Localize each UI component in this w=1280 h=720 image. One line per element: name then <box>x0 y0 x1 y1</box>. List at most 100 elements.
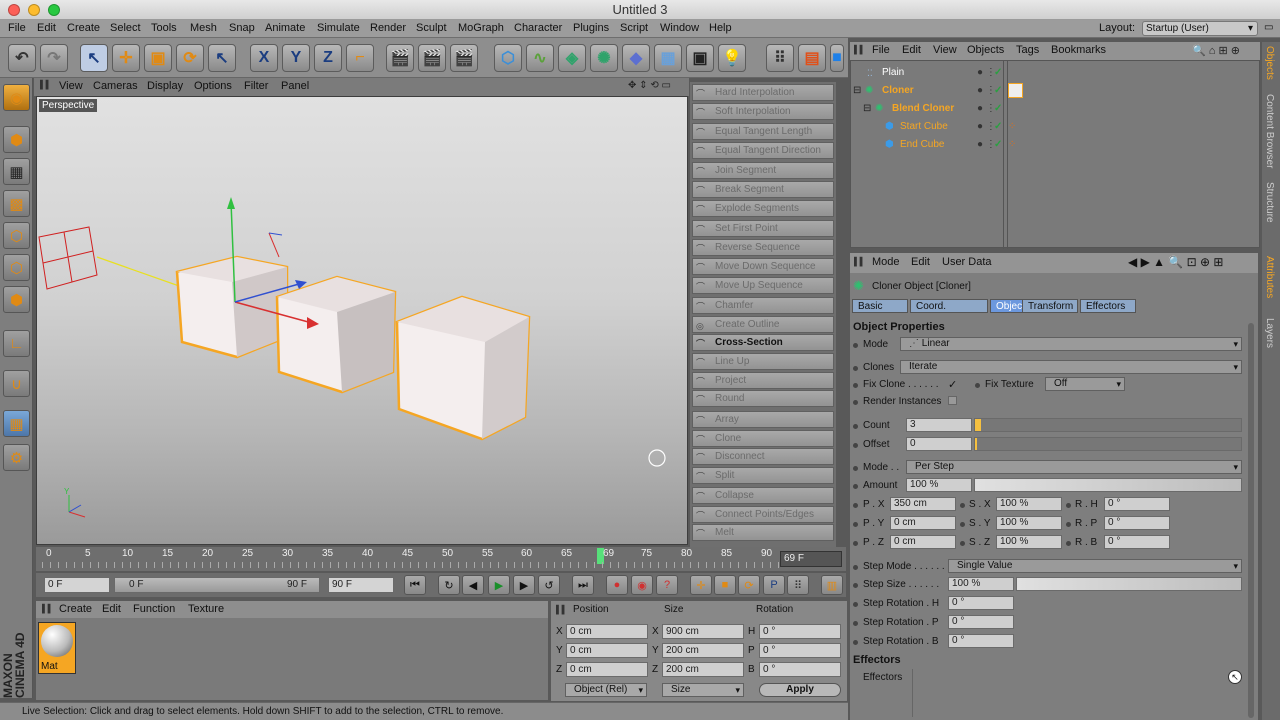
cmd-break-segment[interactable]: ⌒ Break Segment <box>692 181 834 198</box>
array-icon[interactable]: ✺ <box>590 44 618 72</box>
menu-simulate[interactable]: Simulate <box>317 22 360 34</box>
objects-menu-bookmarks[interactable]: Bookmarks <box>1051 44 1106 56</box>
anim-dot-icon[interactable] <box>1066 503 1071 508</box>
object-row-plain[interactable]: ⁚⁚ Plain ● ⋮ ✓ <box>851 64 1261 82</box>
anim-dot-icon[interactable] <box>853 443 858 448</box>
attr-menu-edit[interactable]: Edit <box>911 256 930 268</box>
pz-field[interactable]: 0 cm <box>890 535 956 549</box>
menu-window[interactable]: Window <box>660 22 699 34</box>
phong-tag-icon[interactable]: ⁘ <box>1008 118 1016 136</box>
menu-tools[interactable]: Tools <box>151 22 177 34</box>
material-menu-create[interactable]: Create <box>59 603 92 615</box>
rotation-key-icon[interactable]: ⟳ <box>738 575 760 595</box>
enabled-check-icon[interactable]: ✓ <box>994 100 1002 118</box>
step-mode-value-select[interactable]: Single Value <box>948 559 1242 573</box>
record-active-objects-icon[interactable]: ● <box>606 575 628 595</box>
tweak-mode-icon[interactable]: ∪ <box>3 370 30 397</box>
position-key-icon[interactable]: ✛ <box>690 575 712 595</box>
make-editable-icon[interactable]: ◉ <box>3 84 30 111</box>
attr-menu-mode[interactable]: Mode <box>872 256 900 268</box>
deformer-icon[interactable]: ◆ <box>622 44 650 72</box>
tab-basic[interactable]: Basic <box>852 299 908 313</box>
menu-snap[interactable]: Snap <box>229 22 255 34</box>
size-x-field[interactable]: 900 cm <box>662 624 744 639</box>
anim-dot-icon[interactable] <box>960 503 965 508</box>
size-y-field[interactable]: 200 cm <box>662 643 744 658</box>
anim-dot-icon[interactable] <box>960 541 965 546</box>
edges-mode-icon[interactable]: ⬡ <box>3 254 30 281</box>
enabled-check-icon[interactable]: ✓ <box>994 136 1002 154</box>
anim-dot-icon[interactable] <box>853 400 858 405</box>
enabled-check-icon[interactable]: ✓ <box>994 82 1002 100</box>
tab-transform[interactable]: Transform <box>1022 299 1078 313</box>
anim-dot-icon[interactable] <box>853 343 858 348</box>
scheme-icon[interactable]: ▥ <box>821 575 843 595</box>
visibility-dots-icon[interactable]: ● ⋮ <box>977 118 996 136</box>
anim-dot-icon[interactable] <box>853 383 858 388</box>
tab-coord[interactable]: Coord. <box>910 299 988 313</box>
texture-mode-icon[interactable]: ▦ <box>3 158 30 185</box>
objects-menu-edit[interactable]: Edit <box>902 44 921 56</box>
pick-effector-icon[interactable]: ↖ <box>1228 670 1242 684</box>
viewport-nav-icons[interactable]: ✥ ⇕ ⟲ ▭ <box>628 80 671 91</box>
render-view-icon[interactable]: 🎬 <box>386 44 414 72</box>
object-row-start-cube[interactable]: ⬢ Start Cube ● ⋮ ✓ ⁘ <box>851 118 1261 136</box>
clones-select[interactable]: Iterate <box>900 360 1242 374</box>
anim-dot-icon[interactable] <box>853 565 858 570</box>
cmd-cross-section[interactable]: ⌒ Cross-Section <box>692 334 834 351</box>
live-selection-icon[interactable]: ↖ <box>80 44 108 72</box>
anim-dot-icon[interactable] <box>853 503 858 508</box>
object-row-end-cube[interactable]: ⬢ End Cube ● ⋮ ✓ ⁘ <box>851 136 1261 154</box>
redo-icon[interactable]: ↷ <box>40 44 68 72</box>
anim-dot-icon[interactable] <box>853 466 858 471</box>
anim-dot-icon[interactable] <box>1066 541 1071 546</box>
anim-dot-icon[interactable] <box>853 602 858 607</box>
polygons-mode-icon[interactable]: ⬢ <box>3 286 30 313</box>
nurbs-icon[interactable]: ◈ <box>558 44 586 72</box>
locked-workplane-icon[interactable]: ⚙ <box>3 444 30 471</box>
anim-dot-icon[interactable] <box>853 522 858 527</box>
offset-slider[interactable] <box>974 437 1242 451</box>
menu-file[interactable]: File <box>8 22 26 34</box>
cmd-explode-segments[interactable]: ⌒ Explode Segments <box>692 200 834 217</box>
menu-render[interactable]: Render <box>370 22 406 34</box>
size-z-field[interactable]: 200 cm <box>662 662 744 677</box>
objects-menu-tags[interactable]: Tags <box>1016 44 1039 56</box>
cmd-collapse[interactable]: ⌒ Collapse <box>692 487 834 504</box>
material-menu-edit[interactable]: Edit <box>102 603 121 615</box>
viewport-menu-panel[interactable]: Panel <box>281 80 309 92</box>
cube-primitive-icon[interactable]: ⬡ <box>494 44 522 72</box>
enabled-check-icon[interactable]: ✓ <box>994 118 1002 136</box>
amount-slider[interactable] <box>974 478 1242 492</box>
anim-dot-icon[interactable] <box>853 366 858 371</box>
end-frame-field[interactable]: 90 F <box>328 577 394 593</box>
pos-y-field[interactable]: 0 cm <box>566 643 648 658</box>
size-mode-select[interactable]: Size <box>662 683 744 697</box>
visibility-dots-icon[interactable]: ● ⋮ <box>977 100 996 118</box>
tab-effectors[interactable]: Effectors <box>1080 299 1136 313</box>
px-field[interactable]: 350 cm <box>890 497 956 511</box>
cmd-equal-tangent-length[interactable]: ⌒ Equal Tangent Length <box>692 123 834 140</box>
step-size-slider[interactable] <box>1016 577 1242 591</box>
menu-mograph[interactable]: MoGraph <box>458 22 504 34</box>
anim-dot-icon[interactable] <box>1066 522 1071 527</box>
viewport-menu-options[interactable]: Options <box>194 80 232 92</box>
previous-key-icon[interactable]: ↻ <box>438 575 460 595</box>
expand-icon[interactable]: ⊟ <box>853 82 861 100</box>
zoom-window-button[interactable] <box>48 4 60 16</box>
rp-field[interactable]: 0 ° <box>1104 516 1170 530</box>
rb-field[interactable]: 0 ° <box>1104 535 1170 549</box>
count-field[interactable]: 3 <box>906 418 972 432</box>
mode-icon[interactable]: ■ <box>830 44 844 72</box>
material-tag-icon[interactable] <box>1008 83 1023 98</box>
rotate-icon[interactable]: ⟳ <box>176 44 204 72</box>
py-field[interactable]: 0 cm <box>890 516 956 530</box>
cmd-melt[interactable]: ⌒ Melt <box>692 524 834 541</box>
anim-dot-icon[interactable] <box>853 424 858 429</box>
material-menu-texture[interactable]: Texture <box>188 603 224 615</box>
viewport-menu-cameras[interactable]: Cameras <box>93 80 138 92</box>
y-axis-lock-icon[interactable]: Y <box>282 44 310 72</box>
material-item[interactable]: Mat <box>38 622 76 674</box>
cmd-create-outline[interactable]: ◎ Create Outline <box>692 316 834 333</box>
object-row-cloner[interactable]: ⊟ ✺ Cloner ● ⋮ ✓ <box>851 82 1261 100</box>
